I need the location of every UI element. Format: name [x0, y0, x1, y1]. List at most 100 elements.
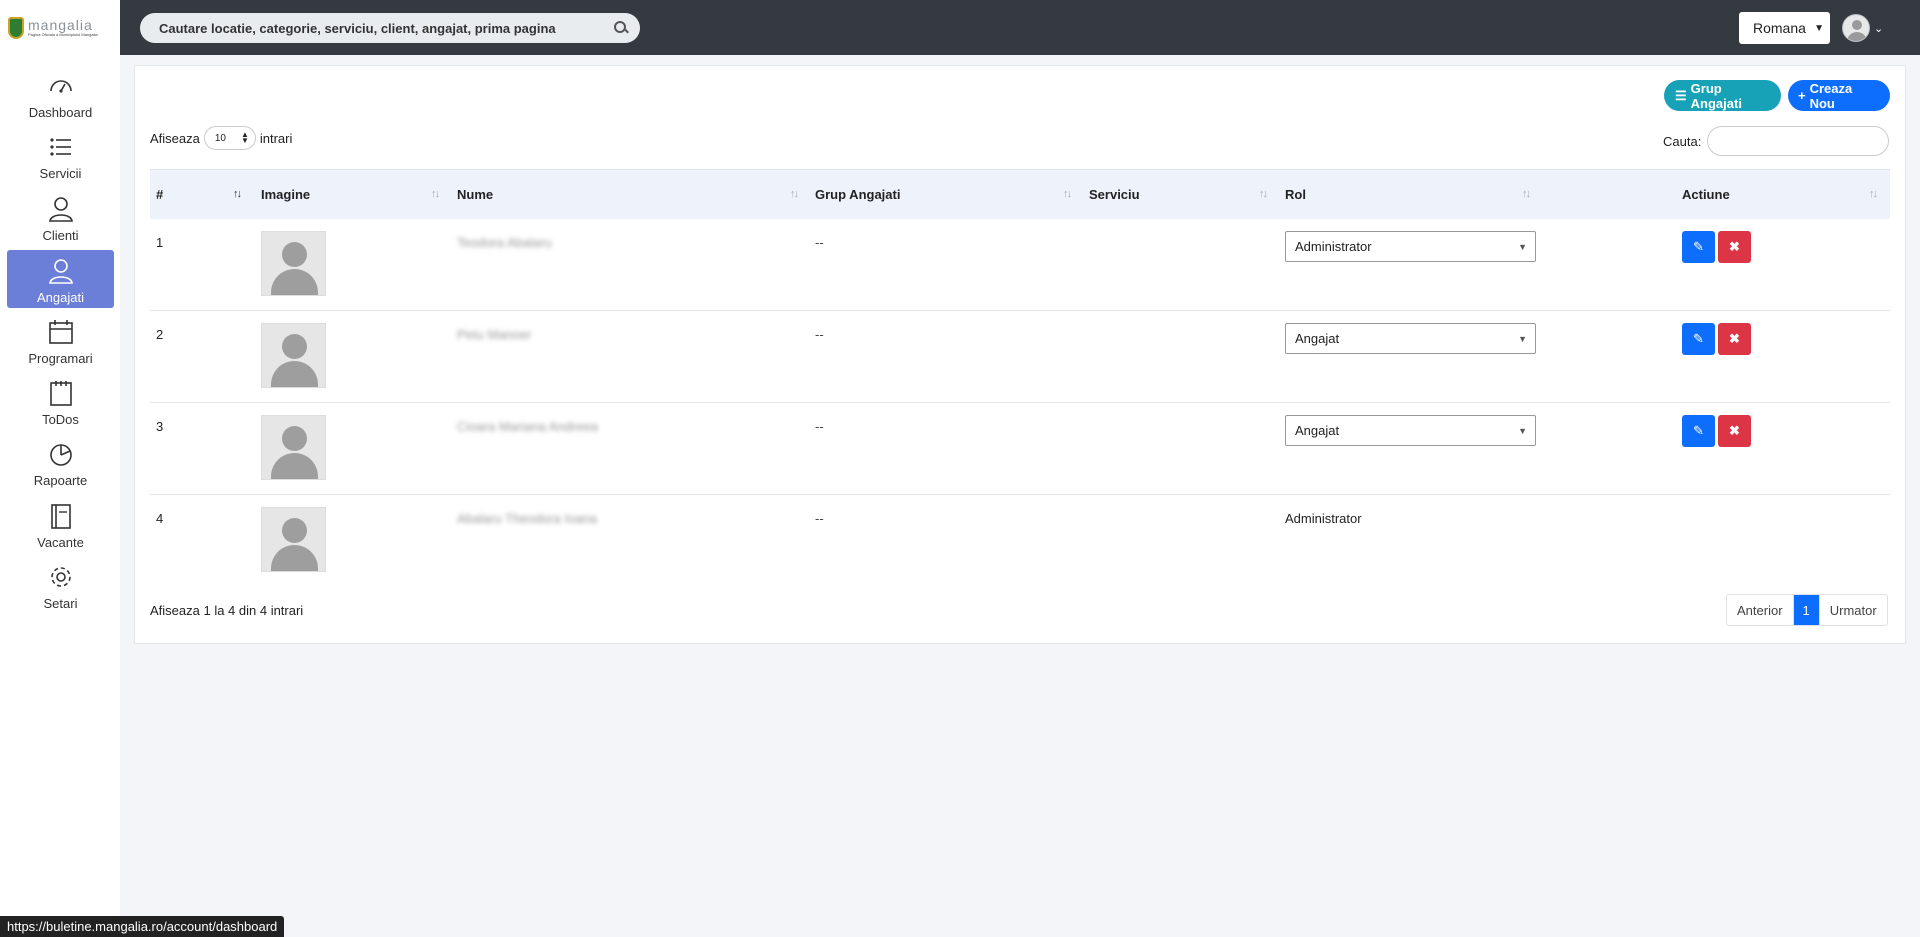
- role-select[interactable]: Angajat ▼: [1285, 415, 1536, 446]
- sidebar-item-setari[interactable]: Setari: [7, 556, 114, 614]
- edit-button[interactable]: ✎: [1682, 231, 1715, 263]
- logo-subtitle: Pagina Oficiala a Municipiului Mangalia: [28, 31, 98, 37]
- table-search: Cauta:: [1663, 126, 1890, 156]
- crest-icon: [8, 16, 24, 39]
- sidebar-item-label: Rapoarte: [33, 473, 88, 488]
- employee-group: --: [815, 235, 824, 250]
- employee-name: Petu Manoer: [457, 327, 532, 342]
- employee-photo: [261, 507, 326, 572]
- employee-name: Cioara Mariana Andreea: [457, 419, 598, 434]
- sort-icon[interactable]: ↑↓: [431, 188, 440, 200]
- edit-button[interactable]: ✎: [1682, 323, 1715, 355]
- create-new-button[interactable]: + Creaza Nou: [1788, 80, 1890, 111]
- close-icon: ✖: [1729, 423, 1740, 438]
- language-value: Romana: [1753, 20, 1806, 36]
- caret-down-icon: ▼: [1518, 333, 1527, 344]
- column-header-name[interactable]: Nume: [457, 187, 493, 202]
- sort-icon[interactable]: ↑↓: [1259, 188, 1268, 200]
- sidebar-item-label: Programari: [28, 351, 93, 366]
- sidebar-item-clienti[interactable]: Clienti: [7, 188, 114, 246]
- notepad-icon: [48, 380, 74, 406]
- search-placeholder: Cautare locatie, categorie, serviciu, cl…: [159, 20, 556, 36]
- row-number: 4: [156, 511, 164, 526]
- sidebar-item-label: Servicii: [39, 166, 82, 181]
- pencil-icon: ✎: [1693, 331, 1704, 346]
- employee-name: Teodora Abalaru: [457, 235, 552, 250]
- sidebar-item-programari[interactable]: Programari: [7, 311, 114, 369]
- delete-button[interactable]: ✖: [1718, 323, 1751, 355]
- row-number: 2: [156, 327, 164, 342]
- speedometer-icon: [48, 73, 74, 99]
- table-row: 3 Cioara Mariana Andreea -- Angajat ▼ ✎ …: [150, 403, 1890, 495]
- next-page-button[interactable]: Urmator: [1820, 595, 1887, 625]
- table-header: # ↑↓ Imagine ↑↓ Nume ↑↓ Grup Angajati ↑↓…: [150, 169, 1890, 219]
- pencil-icon: ✎: [1693, 423, 1704, 438]
- sidebar-item-label: Dashboard: [28, 105, 93, 120]
- plus-icon: +: [1798, 88, 1806, 103]
- user-icon: [48, 258, 74, 284]
- employee-photo: [261, 323, 326, 388]
- column-header-role[interactable]: Rol: [1285, 187, 1306, 202]
- table-search-input[interactable]: [1707, 126, 1890, 156]
- role-value: Angajat: [1295, 331, 1340, 346]
- column-header-employee-group[interactable]: Grup Angajati: [815, 187, 900, 202]
- table-row: 1 Teodora Abalaru -- Administrator ▼ ✎ ✖: [150, 219, 1890, 311]
- table-search-label: Cauta:: [1663, 133, 1702, 149]
- sidebar-item-dashboard[interactable]: Dashboard: [7, 65, 114, 123]
- show-prefix: Afiseaza: [150, 130, 200, 146]
- employee-group-button[interactable]: ☰ Grup Angajati: [1664, 80, 1781, 111]
- caret-down-icon: ▼: [1518, 241, 1527, 252]
- user-menu[interactable]: ⌄: [1842, 14, 1883, 42]
- sidebar-item-label: Angajati: [37, 290, 84, 305]
- sort-icon[interactable]: ↑↓: [1522, 188, 1531, 200]
- close-icon: ✖: [1729, 331, 1740, 346]
- column-header-number[interactable]: #: [156, 187, 163, 202]
- role-value: Administrator: [1285, 511, 1362, 526]
- page-length-value: 10: [214, 132, 226, 144]
- chevron-down-icon[interactable]: ⌄: [1874, 22, 1883, 35]
- delete-button[interactable]: ✖: [1718, 415, 1751, 447]
- sidebar-item-servicii[interactable]: Servicii: [7, 126, 114, 184]
- row-number: 1: [156, 235, 164, 250]
- page-button-current[interactable]: 1: [1793, 595, 1820, 625]
- language-select[interactable]: Romana ▼: [1739, 12, 1830, 44]
- edit-button[interactable]: ✎: [1682, 415, 1715, 447]
- close-icon: ✖: [1729, 239, 1740, 254]
- pencil-icon: ✎: [1693, 239, 1704, 254]
- employee-group: --: [815, 511, 824, 526]
- role-select[interactable]: Administrator ▼: [1285, 231, 1536, 262]
- table-row: 4 Abalaru Theodora Ioana -- Administrato…: [150, 495, 1890, 587]
- role-value: Angajat: [1295, 423, 1340, 438]
- column-header-image[interactable]: Imagine: [261, 187, 310, 202]
- sidebar-item-label: Vacante: [37, 535, 84, 550]
- search-icon[interactable]: [614, 21, 628, 35]
- page-length-select[interactable]: 10 ▲ ▼: [203, 126, 256, 150]
- logo-name: mangalia: [28, 16, 93, 33]
- caret-down-icon: ▼: [1518, 425, 1527, 436]
- employee-photo: [261, 231, 326, 296]
- role-select[interactable]: Angajat ▼: [1285, 323, 1536, 354]
- list-icon: [48, 134, 74, 160]
- create-new-label: Creaza Nou: [1809, 80, 1853, 111]
- book-icon: [48, 503, 74, 529]
- role-value: Administrator: [1295, 239, 1372, 254]
- employee-group: --: [815, 327, 824, 342]
- sidebar-item-rapoarte[interactable]: Rapoarte: [7, 433, 114, 491]
- row-number: 3: [156, 419, 164, 434]
- pagination: Anterior 1 Urmator: [1726, 594, 1888, 626]
- logo[interactable]: mangalia Pagina Oficiala a Municipiului …: [0, 0, 120, 55]
- column-header-action[interactable]: Actiune: [1682, 187, 1730, 202]
- sidebar-item-angajati[interactable]: Angajati: [7, 250, 114, 308]
- sidebar-item-todos[interactable]: ToDos: [7, 372, 114, 430]
- sort-icon[interactable]: ↑↓: [1869, 188, 1878, 200]
- global-search-input[interactable]: Cautare locatie, categorie, serviciu, cl…: [140, 13, 640, 43]
- sort-icon[interactable]: ↑↓: [790, 188, 799, 200]
- sidebar-item-vacante[interactable]: Vacante: [7, 495, 114, 553]
- column-header-service[interactable]: Serviciu: [1089, 187, 1140, 202]
- page-length-control: Afiseaza 10 ▲ ▼ intrari: [150, 126, 292, 150]
- avatar[interactable]: [1842, 14, 1870, 42]
- sort-icon[interactable]: ↑↓: [1063, 188, 1072, 200]
- previous-page-button[interactable]: Anterior: [1727, 595, 1794, 625]
- delete-button[interactable]: ✖: [1718, 231, 1751, 263]
- sort-asc-icon[interactable]: ↑↓: [233, 188, 242, 200]
